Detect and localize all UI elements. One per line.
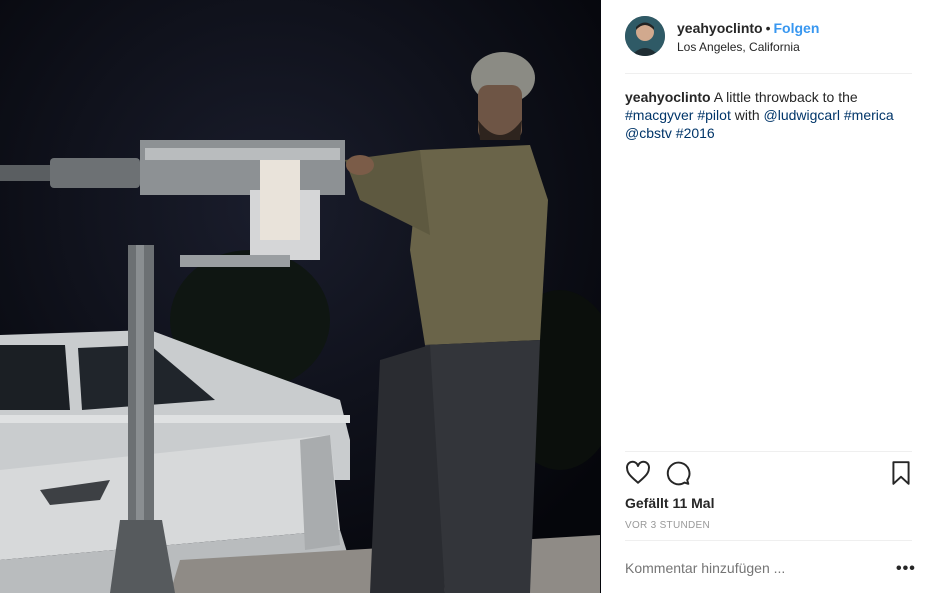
caption-text: with — [730, 107, 764, 123]
mention-cbstv[interactable]: @cbstv — [625, 125, 672, 141]
username-link[interactable]: yeahyoclinto — [677, 20, 763, 36]
bookmark-icon[interactable] — [890, 460, 912, 491]
heart-icon[interactable] — [625, 460, 651, 491]
action-bar — [625, 460, 912, 490]
post-timestamp: VOR 3 STUNDEN — [625, 520, 711, 531]
caption-username[interactable]: yeahyoclinto — [625, 89, 711, 105]
post-photo[interactable] — [0, 0, 601, 593]
post-header: yeahyoclinto • Folgen Los Angeles, Califor… — [625, 14, 912, 72]
hashtag-merica[interactable]: #merica — [844, 107, 894, 123]
actions-divider — [625, 451, 912, 452]
like-count[interactable]: Gefällt 11 Mal — [625, 495, 714, 511]
mention-ludwigcarl[interactable]: @ludwigcarl — [764, 107, 840, 123]
hashtag-pilot[interactable]: #pilot — [697, 107, 730, 123]
header-divider — [625, 73, 912, 74]
comment-divider — [625, 540, 912, 541]
comment-input[interactable] — [625, 560, 865, 576]
location-link[interactable]: Los Angeles, California — [677, 40, 800, 54]
caption-text: A little throwback to the — [710, 89, 858, 105]
hashtag-macgyver[interactable]: #macgyver — [625, 107, 693, 123]
caption: yeahyoclinto A little throwback to the #… — [625, 88, 912, 142]
separator-dot: • — [765, 20, 771, 36]
photo-scene — [0, 0, 601, 593]
comment-bubble-icon[interactable] — [665, 460, 691, 491]
avatar[interactable] — [625, 16, 665, 56]
avatar-image — [625, 16, 665, 56]
follow-button[interactable]: Folgen — [774, 20, 820, 36]
post-sidebar: yeahyoclinto • Folgen Los Angeles, Califor… — [601, 0, 934, 593]
hashtag-2016[interactable]: #2016 — [676, 125, 715, 141]
user-line: yeahyoclinto • Folgen — [677, 20, 819, 36]
more-options-icon[interactable]: ••• — [896, 560, 916, 578]
